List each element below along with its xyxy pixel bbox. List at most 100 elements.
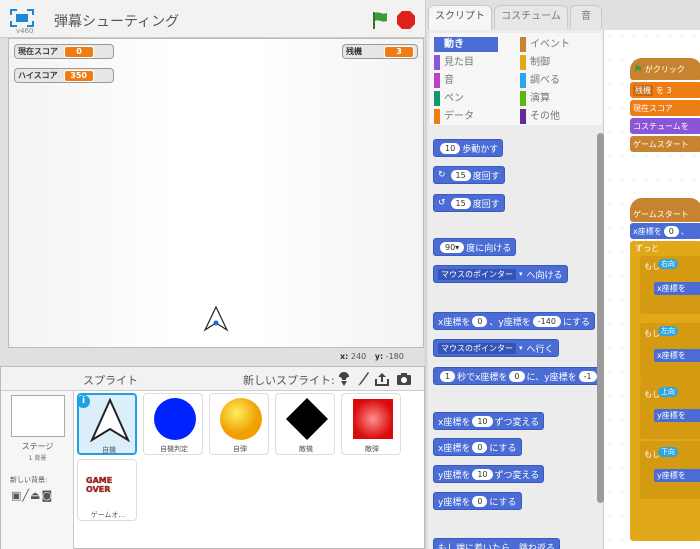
block-change-x[interactable]: x座標を 10 ずつ変える [433,412,545,430]
score-monitor-label: 現在スコア [18,47,58,56]
category-pen[interactable]: ペン [434,91,498,106]
block-text: ずっと [635,244,659,253]
block-set-y[interactable]: y座標を 0 にする [433,492,522,510]
block-input[interactable]: 0 [663,225,679,237]
block-point-towards[interactable]: マウスのポインター ▾ へ向ける [433,265,568,283]
stage-label: ステージ [21,442,54,451]
rotate-left-icon: ↺ [438,198,446,208]
if-block[interactable]: もし 上向 y座標を [640,381,700,439]
stage-canvas[interactable]: 現在スコア 0 ハイスコア 350 残機 3 [8,38,424,348]
block-input[interactable]: -1 [578,370,597,382]
category-data[interactable]: データ [434,109,498,124]
block-input[interactable]: 90▾ [440,241,465,253]
block-input[interactable]: -140 [532,315,561,327]
if-block[interactable]: もし 右向 x座標を [640,256,700,314]
lives-monitor[interactable]: 残機 3 [342,44,418,59]
block-input[interactable]: 15 [450,197,471,209]
upload-sprite-icon[interactable] [374,371,390,387]
sprite-library-icon[interactable] [336,371,352,387]
camera-icon[interactable] [396,372,412,386]
category-operators[interactable]: 演算 [520,91,590,106]
mouse-x-value: 240 [350,352,367,361]
sprite-tile-bullet[interactable]: 自弾 [209,393,269,455]
block-input[interactable]: 0 [472,441,488,453]
category-sensing[interactable]: 調べる [520,73,590,88]
block-glide[interactable]: 1 秒でx座標を 0 に、y座標を -1 [433,367,602,385]
motion-blocks: 10 歩動かす ↻ 15 度回す ↺ 15 度回す 90▾ 度に向ける マウスのポインター ▾… [430,126,602,549]
block-text: にする [489,497,517,508]
new-sprite-label: 新しいスプライト: [243,374,335,387]
category-sound[interactable]: 音 [434,73,498,88]
block-turn-left[interactable]: ↺ 15 度回す [433,194,505,212]
backdrop-library-icon[interactable]: ▣ [11,489,22,502]
paint-backdrop-icon[interactable]: ╱ [22,489,30,502]
block-text: x座標を [654,349,700,362]
script-block[interactable]: x座標を 0、 [630,223,700,239]
sprite-tile-enemy-bullet[interactable]: 敵弾 [341,393,401,455]
sprite-tile-enemy[interactable]: 敵機 [275,393,335,455]
category-looks[interactable]: 見た目 [434,55,498,70]
block-set-x[interactable]: x座標を 0 にする [433,438,522,456]
block-turn-right[interactable]: ↻ 15 度回す [433,166,505,184]
block-input[interactable]: 0 [509,370,525,382]
block-input[interactable]: 0 [472,315,488,327]
tab-scripts[interactable]: スクリプト [428,5,492,31]
fullscreen-icon[interactable] [10,9,34,27]
block-goto-xy[interactable]: x座標を 0 、y座標を -140 にする [433,312,595,330]
script-hat-broadcast[interactable]: ゲームスタート [630,198,700,222]
if-block[interactable]: もし 下向 y座標を [640,441,700,499]
script-block[interactable]: 残機を 3 [630,82,700,98]
score-monitor[interactable]: 現在スコア 0 [14,44,114,59]
paint-new-sprite-icon[interactable] [356,371,370,387]
highscore-monitor[interactable]: ハイスコア 350 [14,68,114,83]
category-control[interactable]: 制御 [520,55,590,70]
scripts-area[interactable]: ⚑ がクリック 残機を 3 現在スコア コスチュームを ゲームスタート ゲームスタ… [604,30,700,549]
sprite-tile-hitbox[interactable]: 自機判定 [143,393,203,455]
green-flag-icon[interactable] [370,10,390,30]
block-bounce[interactable]: もし端に着いたら、跳ね返る [433,538,561,549]
info-icon[interactable]: i [77,395,90,408]
block-goto[interactable]: マウスのポインター ▾ へ行く [433,339,559,357]
tab-sounds[interactable]: 音 [570,5,602,29]
arrow-ship-icon [90,398,130,442]
block-text: x座標を [438,317,471,328]
block-move[interactable]: 10 歩動かす [433,139,504,157]
block-text: x座標を [633,226,662,236]
script-block[interactable]: ゲームスタート [630,136,700,152]
block-dropdown[interactable]: マウスのポインター [438,268,516,280]
block-input[interactable]: 15 [450,169,471,181]
block-input[interactable]: 10 [472,468,493,480]
block-text: x座標を [654,282,700,295]
rotate-right-icon: ↻ [438,170,446,180]
sprite-tile-gameover[interactable]: GAME OVER ゲームオ… [77,459,137,521]
stage-selector[interactable]: ステージ 1 背景 新しい背景: ▣╱⏏◙ [1,391,74,549]
block-text: y座標を [654,469,700,482]
project-title[interactable]: 弾幕シューティング [54,11,179,31]
camera-backdrop-icon[interactable]: ◙ [41,489,53,502]
block-point-direction[interactable]: 90▾ 度に向ける [433,238,517,256]
block-input[interactable]: 1 [440,370,456,382]
block-text: 歩動かす [462,144,499,155]
black-diamond-icon [286,398,328,440]
category-more[interactable]: その他 [520,109,590,124]
player-ship-sprite[interactable] [203,306,229,332]
script-block[interactable]: 現在スコア [630,100,700,116]
block-text: がクリック [644,64,685,74]
script-block[interactable]: コスチュームを [630,118,700,134]
palette-scrollbar[interactable] [597,133,604,503]
block-text: x座標を [438,417,471,428]
stop-icon[interactable] [396,10,416,30]
block-input[interactable]: 10 [472,415,493,427]
script-hat-flag[interactable]: ⚑ がクリック [630,58,700,80]
upload-backdrop-icon[interactable]: ⏏ [30,489,41,502]
block-input[interactable]: 0 [472,495,488,507]
stage-thumbnail[interactable] [11,395,65,437]
category-events[interactable]: イベント [520,37,590,52]
if-block[interactable]: もし 左向 x座標を [640,323,700,381]
category-motion[interactable]: 動き [434,37,498,52]
yellow-ball-icon [220,398,262,440]
tab-costumes[interactable]: コスチューム [494,5,568,29]
block-input[interactable]: 10 [440,142,461,154]
block-change-y[interactable]: y座標を 10 ずつ変える [433,465,545,483]
block-dropdown[interactable]: マウスのポインター [438,342,516,354]
